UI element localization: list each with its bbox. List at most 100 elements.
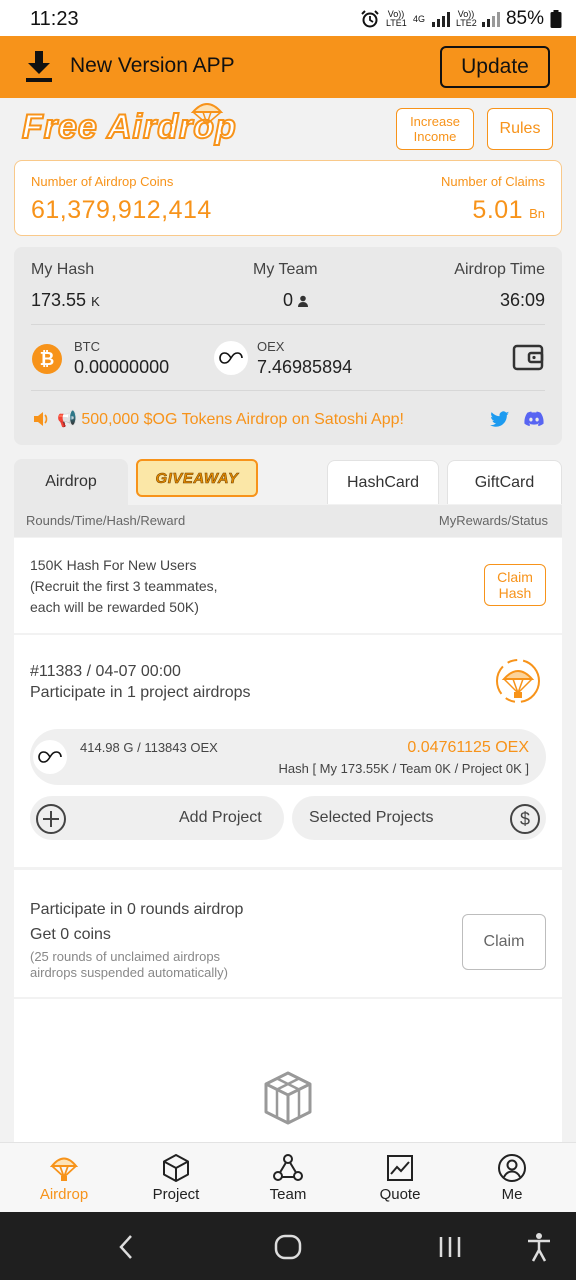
new-user-line3: each will be rewarded 50K)	[30, 599, 199, 615]
unclaimed-line2: Get 0 coins	[30, 926, 111, 943]
my-hash-value-group: 173.55 K	[31, 290, 100, 311]
signal-icon	[431, 11, 450, 27]
tab-giftcard[interactable]: GiftCard	[447, 460, 562, 504]
nav-airdrop[interactable]: Airdrop	[14, 1143, 114, 1213]
tab-giveaway[interactable]: GIVEAWAY	[136, 459, 258, 497]
network-lte2: Vo)) LTE2	[455, 9, 477, 28]
airdrop-coins-value: 61,379,912,414	[31, 196, 212, 224]
status-bar: 11:23 Vo)) LTE1 4G Vo)) LTE2 85%	[0, 0, 576, 38]
airdrop-time-value: 36:09	[499, 290, 545, 310]
oex-value: 7.46985894	[257, 357, 353, 377]
nav-team[interactable]: Team	[238, 1143, 338, 1213]
wallet-icon[interactable]	[512, 342, 544, 372]
status-icons: Vo)) LTE1 4G Vo)) LTE2 85%	[360, 8, 562, 30]
battery-percent: 85%	[505, 8, 544, 29]
dollar-circle-icon: $	[510, 804, 540, 834]
table-header-right: MyRewards/Status	[438, 513, 548, 528]
update-button[interactable]: Update	[440, 46, 550, 88]
btc-value: 0.00000000	[74, 357, 170, 377]
coins-summary-card: Number of Airdrop Coins 61,379,912,414 N…	[14, 160, 562, 236]
person-icon	[298, 295, 309, 307]
unclaimed-note: (25 rounds of unclaimed airdrops airdrop…	[30, 949, 228, 981]
claim-hash-line2: Hash	[498, 585, 532, 601]
nav-team-label: Team	[269, 1186, 307, 1203]
nav-quote[interactable]: Quote	[350, 1143, 450, 1213]
round-participate: Participate in 1 project airdrops	[30, 684, 251, 701]
parachute-logo-icon	[190, 103, 224, 126]
table-header: Rounds/Time/Hash/Reward MyRewards/Status	[14, 505, 562, 537]
claim-hash-line1: Claim	[497, 569, 533, 585]
network-4g: 4G	[412, 13, 425, 24]
oex-coin-icon	[33, 740, 67, 774]
plus-circle-icon	[36, 804, 66, 834]
nav-project-label: Project	[152, 1186, 200, 1203]
parachute-icon	[49, 1157, 79, 1181]
chart-icon	[387, 1155, 413, 1181]
claims-value: 5.01	[472, 196, 524, 224]
tab-airdrop[interactable]: Airdrop	[14, 459, 128, 505]
alarm-icon	[361, 10, 379, 28]
new-user-line1: 150K Hash For New Users	[30, 557, 197, 573]
svg-text:$: $	[520, 809, 530, 829]
airdrop-coins-label: Number of Airdrop Coins	[31, 174, 174, 189]
my-team-label: My Team	[253, 261, 318, 278]
wallet-divider	[31, 390, 545, 391]
claim-button[interactable]: Claim	[462, 914, 546, 970]
my-team-value-group: 0	[283, 290, 309, 311]
add-project-button[interactable]: Add Project	[30, 796, 284, 840]
round-reward: 0.04761125 OEX	[407, 739, 529, 756]
claims-unit: Bn	[529, 206, 545, 221]
rules-button[interactable]: Rules	[487, 108, 553, 150]
discord-icon[interactable]	[524, 411, 544, 427]
unclaimed-note1: (25 rounds of unclaimed airdrops	[30, 949, 221, 964]
accessibility-icon[interactable]	[526, 1232, 552, 1262]
speaker-icon	[34, 412, 48, 426]
clock: 11:23	[30, 8, 79, 30]
new-user-line2: (Recruit the first 3 teammates,	[30, 578, 218, 594]
user-circle-icon	[498, 1154, 526, 1182]
unclaimed-note2: airdrops suspended automatically)	[30, 965, 228, 980]
announcement-text[interactable]: 📢 500,000 $OG Tokens Airdrop on Satoshi …	[57, 409, 404, 429]
airdrop-time-label: Airdrop Time	[454, 261, 545, 278]
btc-label: BTC	[74, 339, 100, 354]
empty-box-icon	[264, 1071, 312, 1125]
nav-quote-label: Quote	[379, 1186, 421, 1203]
signal-icon-2	[481, 11, 500, 27]
network-lte1: Vo)) LTE1	[385, 9, 407, 28]
home-icon[interactable]	[274, 1234, 302, 1260]
increase-income-line1: Increase	[410, 114, 460, 129]
airdrop-round-icon	[496, 659, 540, 703]
nav-airdrop-label: Airdrop	[39, 1186, 89, 1203]
update-banner: New Version APP Update	[0, 36, 576, 98]
stats-card: My Hash 173.55 K My Team 0 Airdrop Time …	[14, 247, 562, 445]
oex-label: OEX	[257, 339, 285, 354]
cube-icon	[163, 1154, 189, 1182]
new-user-panel: 150K Hash For New Users (Recruit the fir…	[14, 538, 562, 633]
selected-projects-button[interactable]: Selected Projects $	[292, 796, 546, 840]
tab-hashcard[interactable]: HashCard	[327, 460, 439, 504]
nav-me[interactable]: Me	[462, 1143, 562, 1213]
stats-divider	[31, 324, 545, 325]
my-hash-label: My Hash	[31, 261, 95, 278]
increase-income-line2: Income	[413, 129, 457, 144]
back-icon[interactable]	[118, 1234, 134, 1260]
bitcoin-icon: ₿	[32, 344, 62, 374]
download-icon	[26, 51, 52, 82]
claims-label: Number of Claims	[440, 174, 545, 189]
selected-projects-label: Selected Projects	[309, 809, 434, 826]
nav-project[interactable]: Project	[126, 1143, 226, 1213]
oex-icon	[214, 341, 248, 375]
round-id: #11383 / 04-07 00:00	[30, 663, 181, 680]
banner-title: New Version APP	[70, 54, 235, 77]
claim-hash-button[interactable]: Claim Hash	[484, 564, 546, 606]
increase-income-button[interactable]: Increase Income	[396, 108, 474, 150]
round-reward-row: 414.98 G / 113843 OEX 0.04761125 OEX Has…	[30, 729, 546, 785]
claims-value-group: 5.01 Bn	[472, 196, 545, 225]
round-hash-detail: Hash [ My 173.55K / Team 0K / Project 0K…	[278, 761, 530, 776]
nav-me-label: Me	[501, 1186, 523, 1203]
twitter-icon[interactable]	[490, 411, 510, 428]
empty-area	[14, 999, 562, 1142]
bottom-navigation: Airdrop Project Team Quote Me	[0, 1142, 576, 1212]
recents-icon[interactable]	[438, 1235, 462, 1259]
my-hash-value: 173.55	[31, 290, 87, 310]
